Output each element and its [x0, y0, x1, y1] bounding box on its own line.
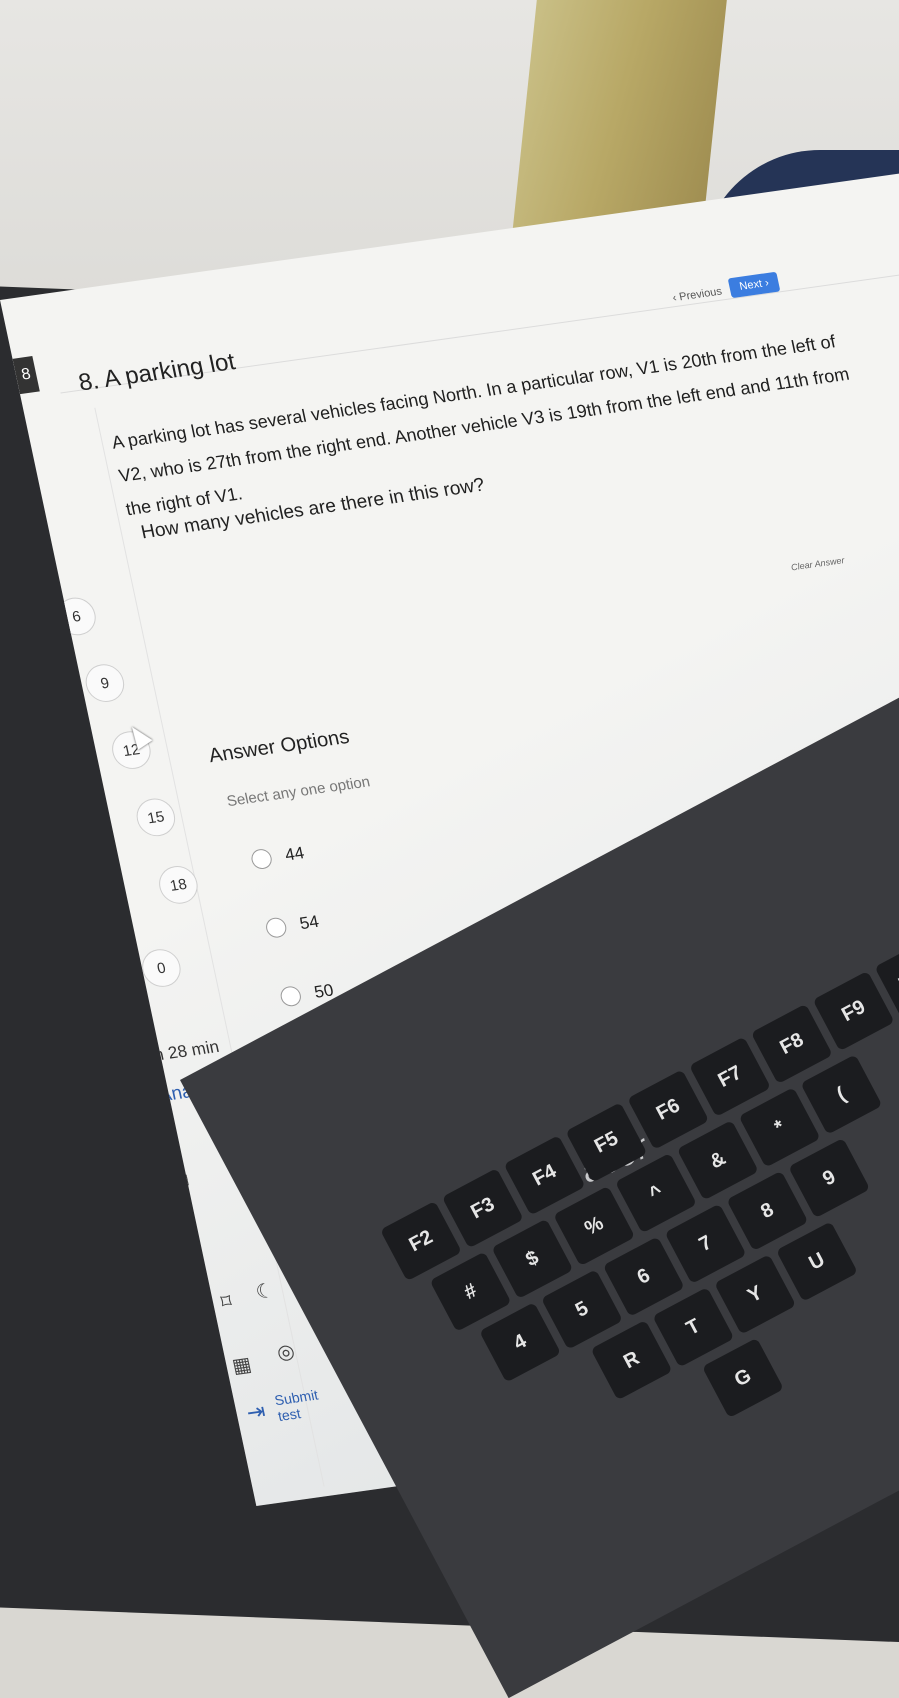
bookmark-icon[interactable]: ⌑	[211, 1287, 242, 1316]
keyboard-key[interactable]: U	[775, 1221, 858, 1302]
palette-item[interactable]: 0	[138, 946, 185, 990]
radio-button[interactable]	[264, 916, 289, 939]
moon-icon[interactable]: ☾	[249, 1276, 280, 1305]
palette-item[interactable]: 9	[82, 661, 128, 705]
calculator-icon[interactable]: ▦	[226, 1350, 257, 1379]
palette-item[interactable]: 15	[133, 796, 179, 839]
answer-option-label: 54	[297, 911, 321, 934]
answer-option-label: 44	[283, 843, 306, 865]
keyboard-key[interactable]: G	[701, 1337, 784, 1419]
radio-button[interactable]	[249, 847, 274, 871]
submit-label-line2: test	[276, 1405, 303, 1425]
radio-button[interactable]	[278, 985, 303, 1008]
submit-test-button[interactable]: Submit test	[273, 1387, 323, 1424]
user-avatar-icon[interactable]: ◎	[270, 1337, 301, 1366]
